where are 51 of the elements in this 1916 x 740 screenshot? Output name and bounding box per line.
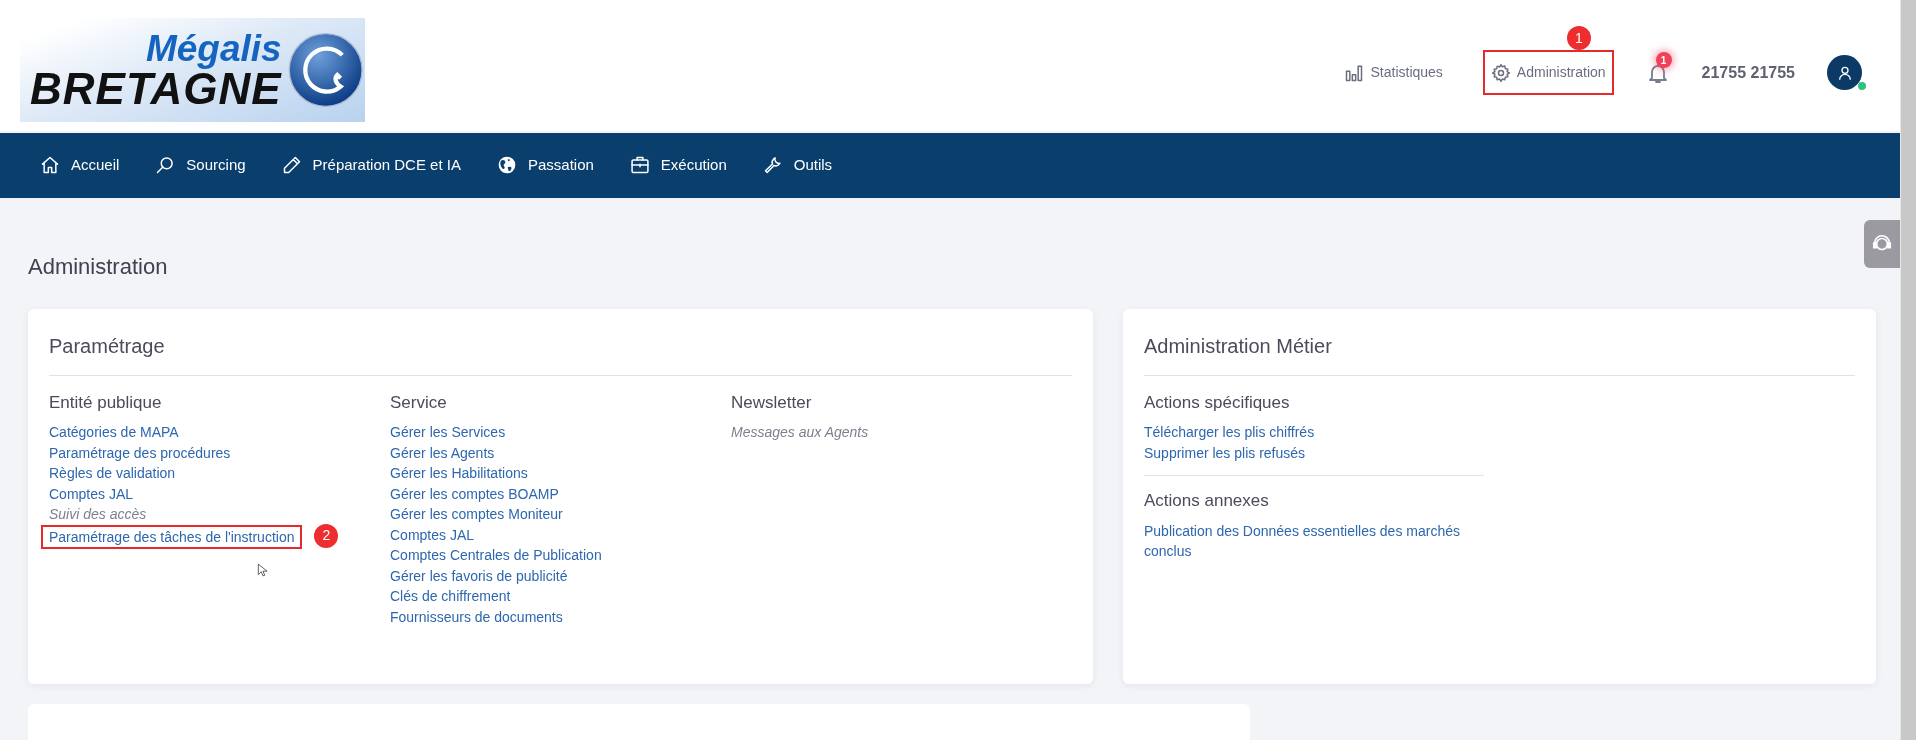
page-title: Administration xyxy=(28,252,169,281)
nav-link[interactable]: Exécution xyxy=(629,154,727,177)
link[interactable]: Comptes JAL xyxy=(390,524,475,546)
link[interactable]: Gérer les Agents xyxy=(390,442,495,464)
scrollbar[interactable] xyxy=(1900,0,1916,740)
nav-link[interactable]: Outils xyxy=(762,154,833,177)
link[interactable]: Fournisseurs de documents xyxy=(390,606,563,628)
logo-text: Mégalis xyxy=(145,29,282,67)
link[interactable]: Comptes Centrales de Publication xyxy=(390,545,602,566)
home-icon xyxy=(40,155,60,176)
user-name: 21755 21755 xyxy=(1701,62,1795,83)
annotation-marker: 2 xyxy=(314,523,339,548)
globe-icon xyxy=(496,155,517,176)
gear-icon xyxy=(1490,62,1511,83)
notification-badge: 1 xyxy=(1655,52,1672,69)
link[interactable]: Clés de chiffrement xyxy=(390,586,511,607)
link[interactable]: Télécharger les plis chiffrés xyxy=(1144,422,1315,443)
section-heading: Actions annexes xyxy=(1144,490,1270,513)
pencil-icon xyxy=(281,155,302,176)
section-heading: Service xyxy=(390,391,448,414)
nav-link[interactable]: Passation xyxy=(496,154,594,177)
link[interactable]: Comptes JAL xyxy=(49,483,134,505)
link[interactable]: Gérer les Services xyxy=(390,422,506,443)
annotation-marker: 1 xyxy=(1566,26,1591,50)
nav-link[interactable]: Sourcing xyxy=(155,154,246,177)
link[interactable]: Gérer les comptes Moniteur xyxy=(390,504,563,525)
nav-link[interactable]: Accueil xyxy=(40,154,120,177)
link[interactable]: Publication des Données essentielles des marchés conclus xyxy=(1144,520,1474,562)
link[interactable]: Supprimer les plis refusés xyxy=(1144,442,1306,464)
section-heading: Entité publique xyxy=(49,391,163,414)
card-title: Administration Métier xyxy=(1144,326,1855,376)
user-icon xyxy=(1836,64,1853,81)
card-title: Paramétrage xyxy=(49,326,1072,376)
support-tab-button[interactable] xyxy=(1864,220,1900,268)
search-icon xyxy=(155,155,176,176)
logo[interactable]: Mégalis BRETAGNE xyxy=(20,18,365,122)
briefcase-icon xyxy=(629,155,650,176)
link[interactable]: Paramétrage des procédures xyxy=(49,442,231,464)
administration-link[interactable]: Administration xyxy=(1482,50,1614,95)
section-heading: Actions spécifiques xyxy=(1144,391,1291,414)
link[interactable]: Paramétrage des tâches de l'instruction xyxy=(41,524,303,550)
nav-link[interactable]: Préparation DCE et IA xyxy=(281,154,461,177)
link[interactable]: Gérer les favoris de publicité xyxy=(390,565,568,587)
wrench-icon xyxy=(762,155,783,176)
section-heading: Newsletter xyxy=(731,391,813,414)
link[interactable]: Gérer les comptes BOAMP xyxy=(390,483,559,505)
avatar[interactable] xyxy=(1827,55,1862,90)
statistics-link[interactable]: Statistiques xyxy=(1336,50,1451,95)
link[interactable]: Règles de validation xyxy=(49,463,176,484)
link[interactable]: Catégories de MAPA xyxy=(49,422,179,443)
link[interactable]: Gérer les Habilitations xyxy=(390,463,528,484)
